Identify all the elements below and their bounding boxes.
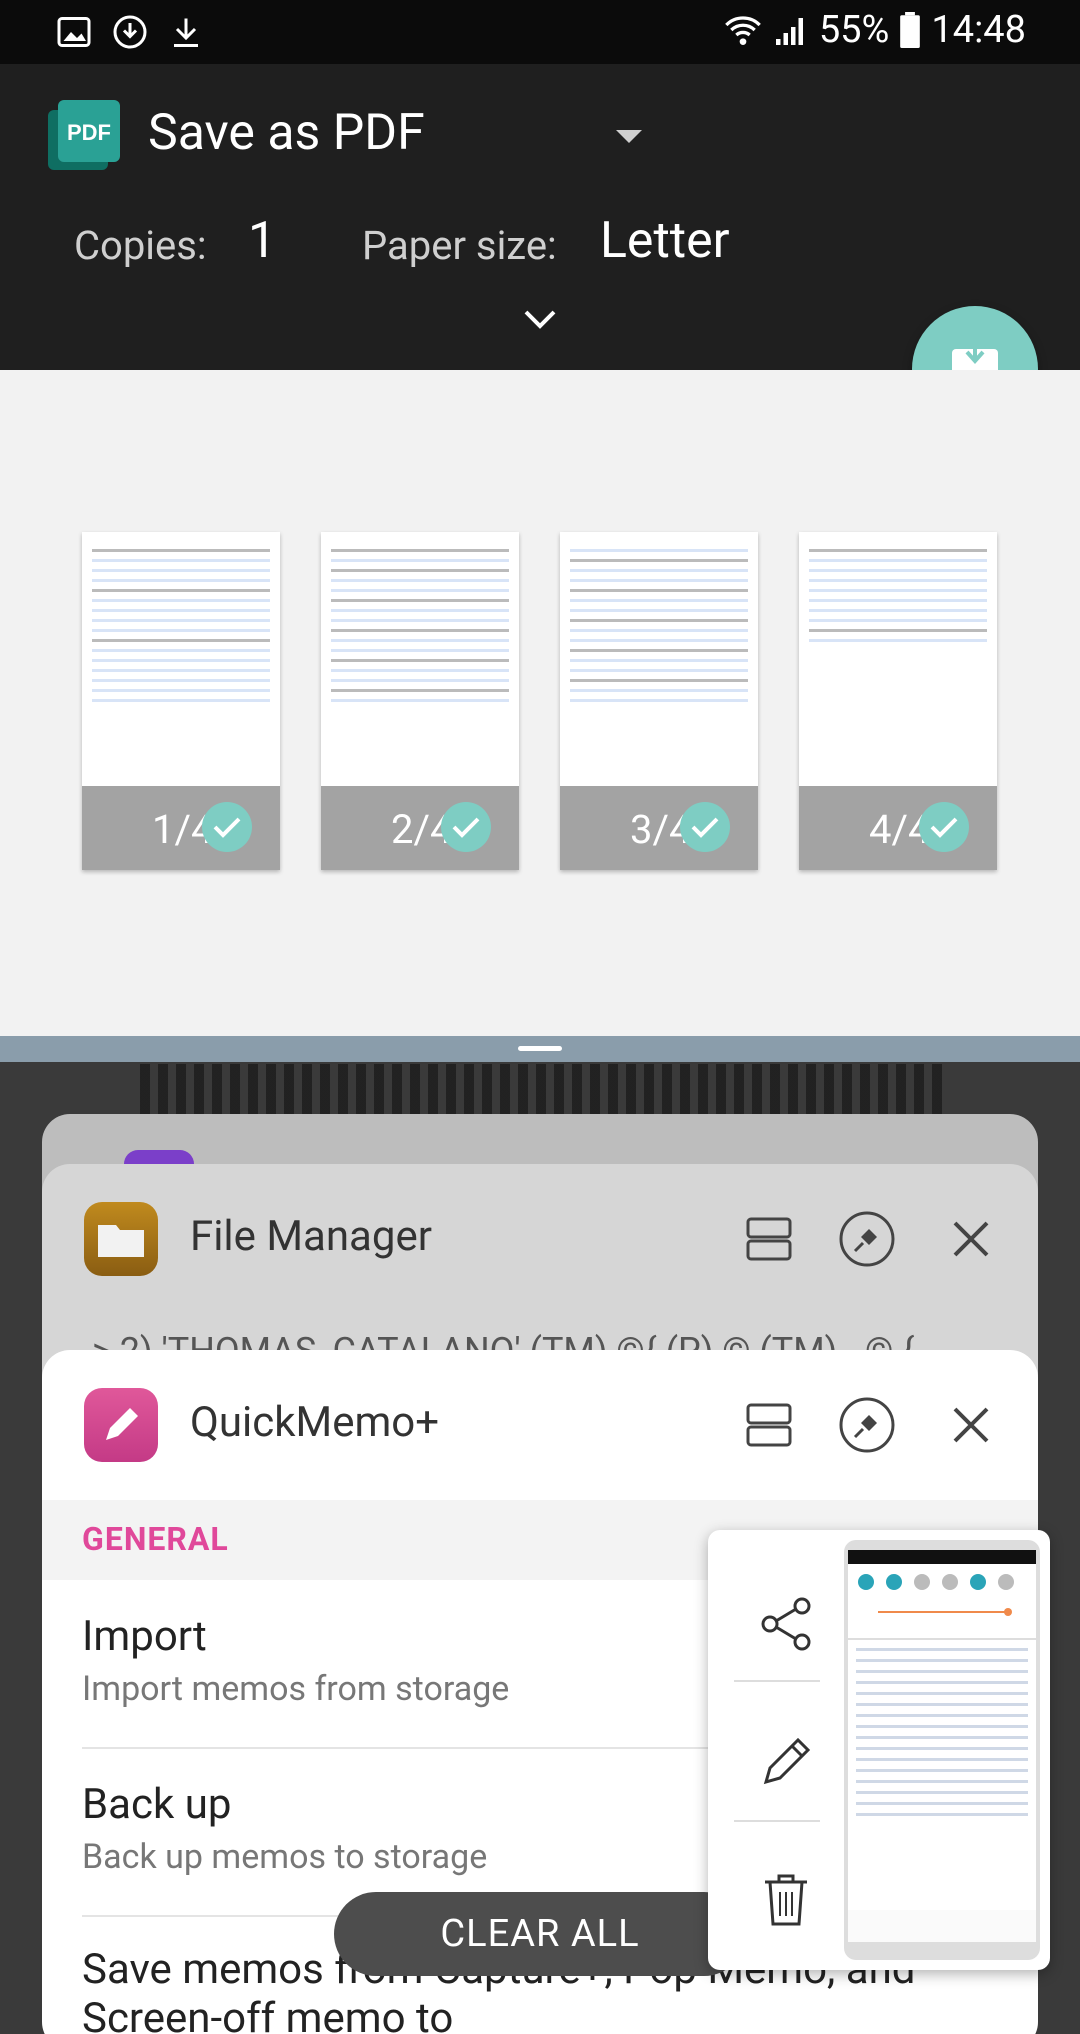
clock: 14:48 [931, 8, 1026, 52]
page-thumbnail-1[interactable]: 1/4 [82, 532, 280, 870]
background-app-preview [140, 1064, 950, 1116]
signal-icon [775, 18, 803, 45]
wifi-icon [724, 16, 761, 45]
split-view-icon[interactable] [740, 1396, 798, 1454]
pin-icon[interactable] [838, 1210, 896, 1268]
edit-pencil-icon[interactable] [736, 1712, 836, 1812]
download-circle-icon [113, 15, 147, 49]
close-icon[interactable] [942, 1396, 1000, 1454]
page-thumbnail-2[interactable]: 2/4 [321, 532, 519, 870]
print-preview-area: 1/4 2/4 3/4 4/4 [0, 370, 1080, 1036]
divider-handle[interactable] [518, 1046, 562, 1051]
print-options-header: PDF Save as PDF Copies: 1 Paper size: Le… [0, 64, 1080, 370]
download-icon [174, 18, 198, 47]
image-icon [57, 17, 91, 47]
app-title: QuickMemo+ [190, 1398, 440, 1447]
paper-size-label: Paper size: [362, 222, 557, 269]
battery-percentage: 55% [818, 8, 890, 52]
paper-size-selector[interactable]: Letter [600, 212, 730, 270]
page-thumbnail-4[interactable]: 4/4 [799, 532, 997, 870]
delete-trash-icon[interactable] [736, 1850, 836, 1950]
check-icon[interactable] [202, 802, 252, 852]
printer-selector[interactable]: Save as PDF [148, 104, 425, 162]
divider [734, 1680, 820, 1682]
split-view-icon[interactable] [740, 1210, 798, 1268]
pin-icon[interactable] [838, 1396, 896, 1454]
chevron-down-icon[interactable] [616, 130, 642, 143]
svg-text:PDF: PDF [67, 120, 111, 145]
pdf-printer-icon: PDF [48, 100, 120, 170]
battery-icon [900, 12, 921, 48]
app-title: File Manager [190, 1212, 432, 1261]
divider [734, 1820, 820, 1822]
section-title: GENERAL [82, 1520, 229, 1558]
split-screen-divider[interactable] [0, 1036, 1080, 1062]
file-manager-app-icon [84, 1202, 158, 1276]
close-icon[interactable] [942, 1210, 1000, 1268]
check-icon[interactable] [919, 802, 969, 852]
expand-options-chevron-icon[interactable] [520, 304, 560, 334]
screenshot-preview-popup [708, 1530, 1050, 1970]
check-icon[interactable] [680, 802, 730, 852]
quickmemo-app-icon [84, 1388, 158, 1462]
check-icon[interactable] [441, 802, 491, 852]
copies-label: Copies: [74, 222, 207, 269]
item-subtitle: Screen-off memo to [82, 1994, 454, 2034]
screenshot-thumbnail[interactable] [844, 1540, 1040, 1960]
page-thumbnail-3[interactable]: 3/4 [560, 532, 758, 870]
copies-input[interactable]: 1 [248, 212, 276, 270]
share-icon[interactable] [736, 1574, 836, 1674]
clear-all-button[interactable]: CLEAR ALL [334, 1892, 746, 1976]
status-bar: 55% 14:48 [0, 0, 1080, 64]
